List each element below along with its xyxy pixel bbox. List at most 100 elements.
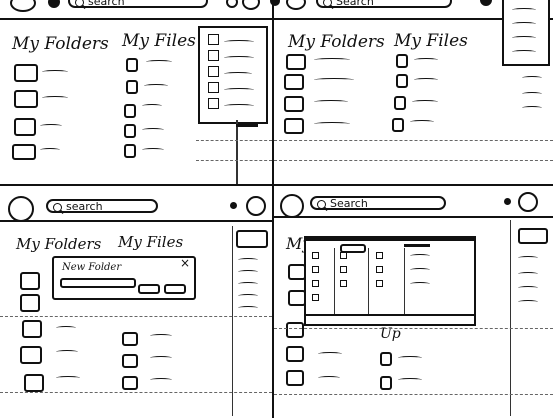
sidebar-item[interactable]	[522, 76, 542, 80]
scroll-track[interactable]	[510, 220, 511, 416]
file-label[interactable]	[150, 378, 172, 382]
settings-icon[interactable]	[226, 0, 238, 8]
folder-icon[interactable]	[286, 346, 304, 362]
menu-item[interactable]	[224, 88, 254, 92]
search-input[interactable]: search	[46, 199, 158, 213]
settings-icon[interactable]	[246, 196, 266, 216]
folder-icon[interactable]	[284, 74, 304, 90]
folder-icon[interactable]	[12, 144, 36, 160]
folder-label[interactable]	[314, 100, 348, 104]
folder-icon[interactable]	[14, 118, 36, 136]
folder-label[interactable]	[318, 352, 342, 356]
sidebar-item[interactable]	[238, 306, 258, 310]
row-checkbox[interactable]	[340, 252, 347, 259]
folder-icon[interactable]	[286, 54, 306, 70]
file-label[interactable]	[398, 378, 422, 382]
file-icon[interactable]	[122, 332, 138, 346]
row-checkbox[interactable]	[340, 266, 347, 273]
file-label[interactable]	[142, 128, 164, 132]
search-input[interactable]: Search	[316, 0, 452, 8]
folder-label[interactable]	[40, 124, 62, 128]
menu-item[interactable]	[512, 22, 536, 26]
menu-item[interactable]	[512, 36, 536, 40]
menu-checkbox[interactable]	[208, 50, 219, 61]
folder-icon[interactable]	[20, 294, 40, 312]
scroll-track[interactable]	[236, 120, 238, 184]
folder-label[interactable]	[314, 78, 354, 82]
logo-circle-icon[interactable]	[286, 0, 306, 10]
row-checkbox[interactable]	[340, 280, 347, 287]
folder-label[interactable]	[318, 376, 340, 380]
file-label[interactable]	[410, 120, 434, 124]
logo-circle-icon[interactable]	[280, 194, 304, 218]
menu-item[interactable]	[224, 72, 252, 76]
menu-item[interactable]	[512, 50, 536, 54]
folder-icon[interactable]	[24, 374, 44, 392]
folder-label[interactable]	[314, 122, 350, 126]
folder-label[interactable]	[56, 326, 76, 330]
folder-label[interactable]	[40, 148, 60, 152]
cancel-button[interactable]	[138, 284, 160, 294]
folder-icon[interactable]	[20, 272, 40, 290]
sidebar-item[interactable]	[238, 270, 258, 274]
create-button[interactable]	[164, 284, 186, 294]
file-label[interactable]	[414, 58, 438, 62]
file-label[interactable]	[414, 78, 438, 82]
row-checkbox[interactable]	[312, 266, 319, 273]
file-label[interactable]	[398, 356, 422, 360]
folder-label[interactable]	[56, 350, 78, 354]
menu-item[interactable]	[224, 40, 254, 44]
menu-checkbox[interactable]	[208, 66, 219, 77]
side-menu-panel[interactable]	[502, 0, 550, 66]
file-label[interactable]	[144, 84, 168, 88]
sidebar-item[interactable]	[238, 282, 258, 286]
folder-icon[interactable]	[14, 90, 38, 108]
folder-icon[interactable]	[284, 118, 304, 134]
file-label[interactable]	[142, 104, 162, 108]
search-input[interactable]: search	[68, 0, 208, 8]
sidebar-item[interactable]	[518, 300, 538, 304]
row-checkbox[interactable]	[376, 266, 383, 273]
row-checkbox[interactable]	[376, 280, 383, 287]
search-input[interactable]: Search	[310, 196, 446, 210]
folder-label[interactable]	[314, 58, 350, 62]
menu-checkbox[interactable]	[208, 34, 219, 45]
settings-icon[interactable]	[480, 0, 492, 6]
menu-item[interactable]	[224, 104, 254, 108]
row-checkbox[interactable]	[312, 294, 319, 301]
sidebar-item[interactable]	[238, 294, 258, 298]
menu-item[interactable]	[224, 56, 254, 60]
settings-icon[interactable]	[518, 192, 538, 212]
folder-name-input[interactable]	[60, 278, 136, 288]
file-label[interactable]	[142, 148, 164, 152]
folder-label[interactable]	[42, 96, 68, 100]
close-icon[interactable]: ×	[180, 257, 190, 269]
menu-item[interactable]	[512, 8, 536, 12]
file-icon[interactable]	[380, 376, 392, 390]
file-icon[interactable]	[396, 54, 408, 68]
file-label[interactable]	[146, 60, 172, 64]
logo-circle-icon[interactable]	[10, 0, 36, 12]
row-label[interactable]	[410, 254, 430, 258]
folder-label[interactable]	[56, 376, 80, 380]
file-label[interactable]	[150, 356, 172, 360]
sidebar-item[interactable]	[522, 92, 542, 96]
file-label[interactable]	[412, 100, 438, 104]
file-icon[interactable]	[392, 118, 404, 132]
menu-checkbox[interactable]	[208, 82, 219, 93]
file-icon[interactable]	[124, 104, 136, 118]
file-label[interactable]	[150, 334, 172, 338]
folder-icon[interactable]	[22, 320, 42, 338]
file-icon[interactable]	[380, 352, 392, 366]
file-icon[interactable]	[122, 376, 138, 390]
sidebar-item[interactable]	[518, 256, 538, 260]
folder-icon[interactable]	[286, 322, 304, 338]
row-label[interactable]	[410, 282, 430, 286]
file-icon[interactable]	[122, 354, 138, 368]
file-icon[interactable]	[124, 144, 136, 158]
sidebar-item[interactable]	[518, 272, 538, 276]
file-icon[interactable]	[126, 80, 138, 94]
row-label[interactable]	[410, 268, 430, 272]
row-checkbox[interactable]	[312, 280, 319, 287]
file-icon[interactable]	[126, 58, 138, 72]
